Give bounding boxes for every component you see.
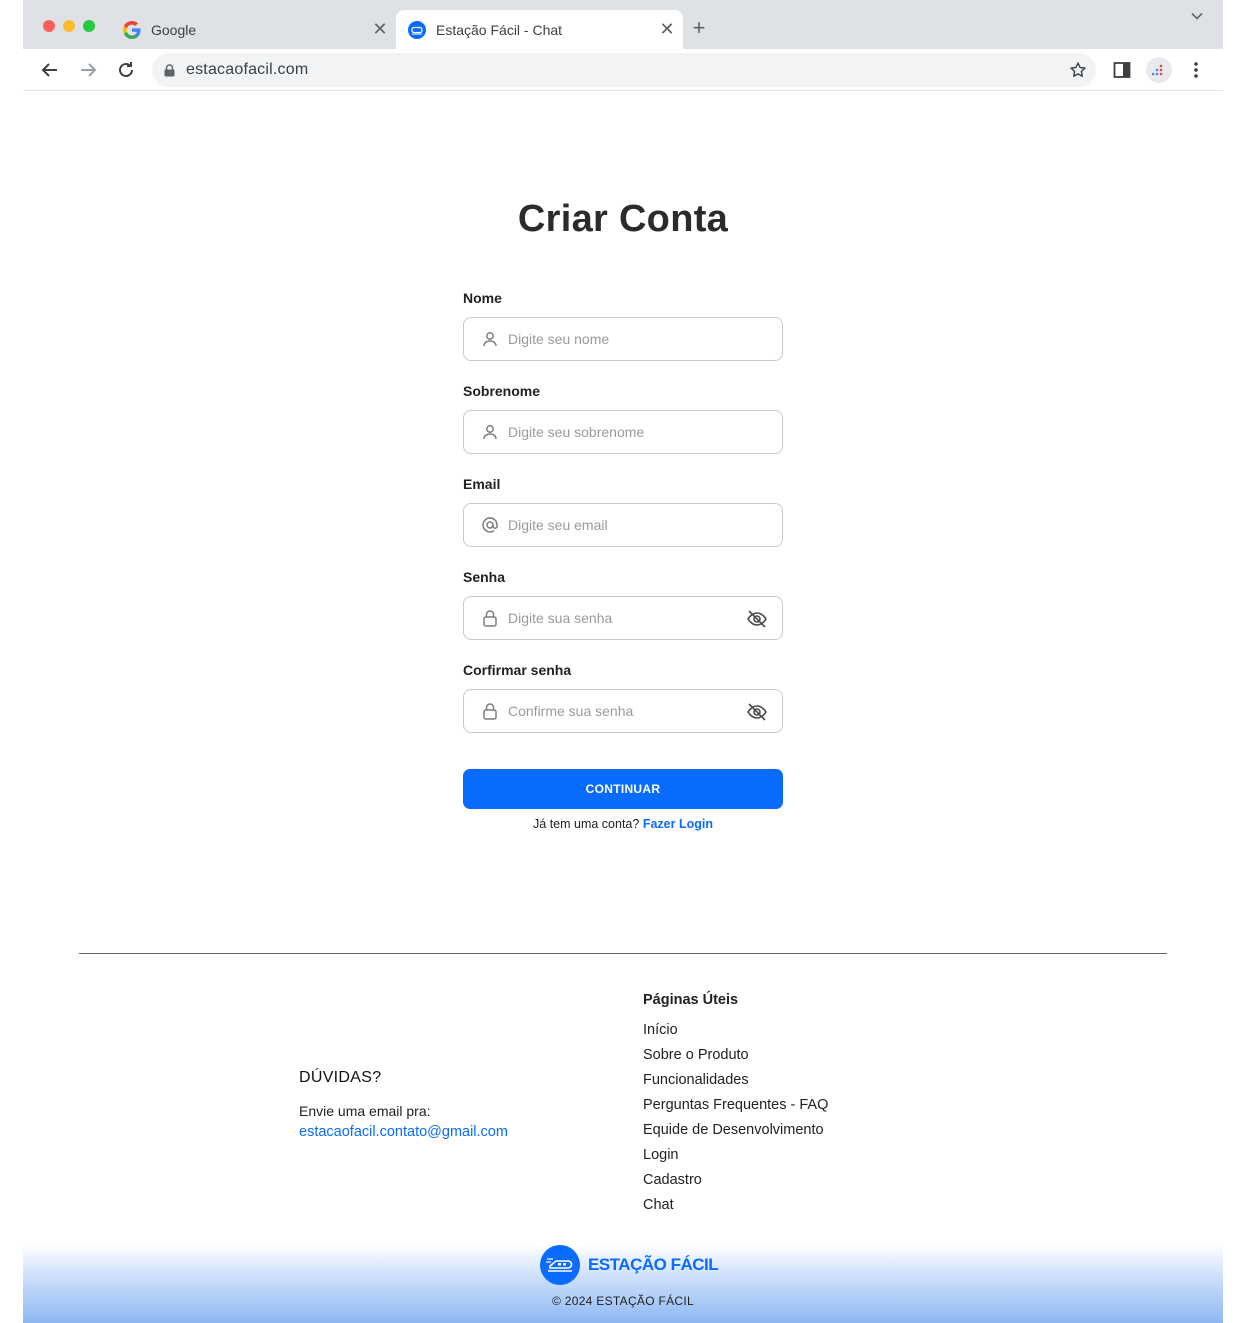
user-icon <box>480 422 500 442</box>
doubts-title: DÚVIDAS? <box>299 1069 382 1086</box>
eye-off-icon[interactable] <box>746 701 768 723</box>
footer-link-cadastro[interactable]: Cadastro <box>643 1171 828 1196</box>
chevron-down-icon[interactable] <box>1187 6 1207 26</box>
minimize-window-button[interactable] <box>63 20 75 32</box>
forward-arrow-icon[interactable] <box>75 57 101 83</box>
new-tab-button[interactable]: + <box>687 15 711 40</box>
extension-icon[interactable] <box>1146 57 1172 83</box>
footer-link-funcionalidades[interactable]: Funcionalidades <box>643 1071 828 1096</box>
more-vertical-icon[interactable] <box>1183 57 1209 83</box>
star-icon[interactable] <box>1068 60 1088 80</box>
close-icon[interactable]: ✕ <box>655 18 679 42</box>
footer-link-inicio[interactable]: Início <box>643 1021 828 1046</box>
email-input-wrapper[interactable] <box>463 503 783 547</box>
login-prompt-text: Já tem uma conta? <box>533 817 640 831</box>
back-arrow-icon[interactable] <box>37 57 63 83</box>
tab-strip: Google ✕ Estação Fácil - Chat ✕ + <box>23 0 1223 49</box>
field-label: Senha <box>463 569 506 585</box>
tab-estacao-facil-chat[interactable]: Estação Fácil - Chat ✕ <box>396 10 683 49</box>
surname-input-wrapper[interactable] <box>463 410 783 454</box>
useful-pages-list: Início Sobre o Produto Funcionalidades P… <box>643 1021 828 1221</box>
password-input[interactable] <box>508 610 728 626</box>
lock-icon <box>164 63 178 77</box>
footer-link-equipe[interactable]: Equide de Desenvolvimento <box>643 1121 828 1146</box>
footer-link-faq[interactable]: Perguntas Frequentes - FAQ <box>643 1096 828 1121</box>
field-label: Sobrenome <box>463 383 541 399</box>
footer-logo[interactable]: ESTAÇÃO FÁCIL <box>540 1245 719 1285</box>
browser-toolbar: estacaofacil.com <box>23 49 1223 91</box>
estacao-facil-icon <box>408 20 426 39</box>
page-title: Criar Conta <box>517 198 729 240</box>
contact-email-link[interactable]: estacaofacil.contato@gmail.com <box>299 1124 508 1140</box>
train-logo-icon <box>540 1245 580 1285</box>
footer-divider <box>79 953 1167 954</box>
continue-button[interactable]: CONTINUAR <box>463 769 783 809</box>
name-input-wrapper[interactable] <box>463 317 783 361</box>
name-field: Nome <box>463 290 783 361</box>
close-window-button[interactable] <box>43 20 55 32</box>
confirm-password-input-wrapper[interactable] <box>463 689 783 733</box>
surname-input[interactable] <box>508 424 728 440</box>
browser-window: Google ✕ Estação Fácil - Chat ✕ + estaca… <box>23 0 1223 1323</box>
footer-link-sobre[interactable]: Sobre o Produto <box>643 1046 828 1071</box>
footer-link-login[interactable]: Login <box>643 1146 828 1171</box>
field-label: Email <box>463 476 501 492</box>
url-text: estacaofacil.com <box>186 61 309 78</box>
logo-text: ESTAÇÃO FÁCIL <box>588 1255 719 1274</box>
maximize-window-button[interactable] <box>83 20 95 32</box>
login-link[interactable]: Fazer Login <box>643 817 713 831</box>
eye-off-icon[interactable] <box>746 608 768 630</box>
copyright-text: © 2024 ESTAÇÃO FÁCIL <box>551 1294 694 1308</box>
reload-icon[interactable] <box>113 57 139 83</box>
email-field: Email <box>463 476 783 547</box>
address-bar[interactable]: estacaofacil.com <box>152 53 1096 87</box>
confirm-password-input[interactable] <box>508 703 728 719</box>
footer-link-chat[interactable]: Chat <box>643 1196 828 1221</box>
at-icon <box>480 515 500 535</box>
side-panel-icon[interactable] <box>1109 57 1135 83</box>
user-icon <box>480 329 500 349</box>
login-prompt: Já tem uma conta? Fazer Login <box>463 817 783 831</box>
doubts-text: Envie uma email pra: <box>299 1103 431 1119</box>
name-input[interactable] <box>508 331 728 347</box>
field-label: Nome <box>463 290 502 306</box>
email-input[interactable] <box>508 517 728 533</box>
field-label: Corfirmar senha <box>463 662 572 678</box>
confirm-password-field: Corfirmar senha <box>463 662 783 733</box>
tab-title: Google <box>151 21 197 38</box>
lock-icon <box>480 701 500 721</box>
tab-google[interactable]: Google ✕ <box>111 10 396 49</box>
tab-title: Estação Fácil - Chat <box>436 21 563 38</box>
surname-field: Sobrenome <box>463 383 783 454</box>
password-field: Senha <box>463 569 783 640</box>
lock-icon <box>480 608 500 628</box>
useful-pages-title: Páginas Úteis <box>643 992 739 1008</box>
password-input-wrapper[interactable] <box>463 596 783 640</box>
google-icon <box>123 20 141 39</box>
signup-form: Nome Sobrenome Email <box>463 290 783 755</box>
close-icon[interactable]: ✕ <box>368 18 392 42</box>
